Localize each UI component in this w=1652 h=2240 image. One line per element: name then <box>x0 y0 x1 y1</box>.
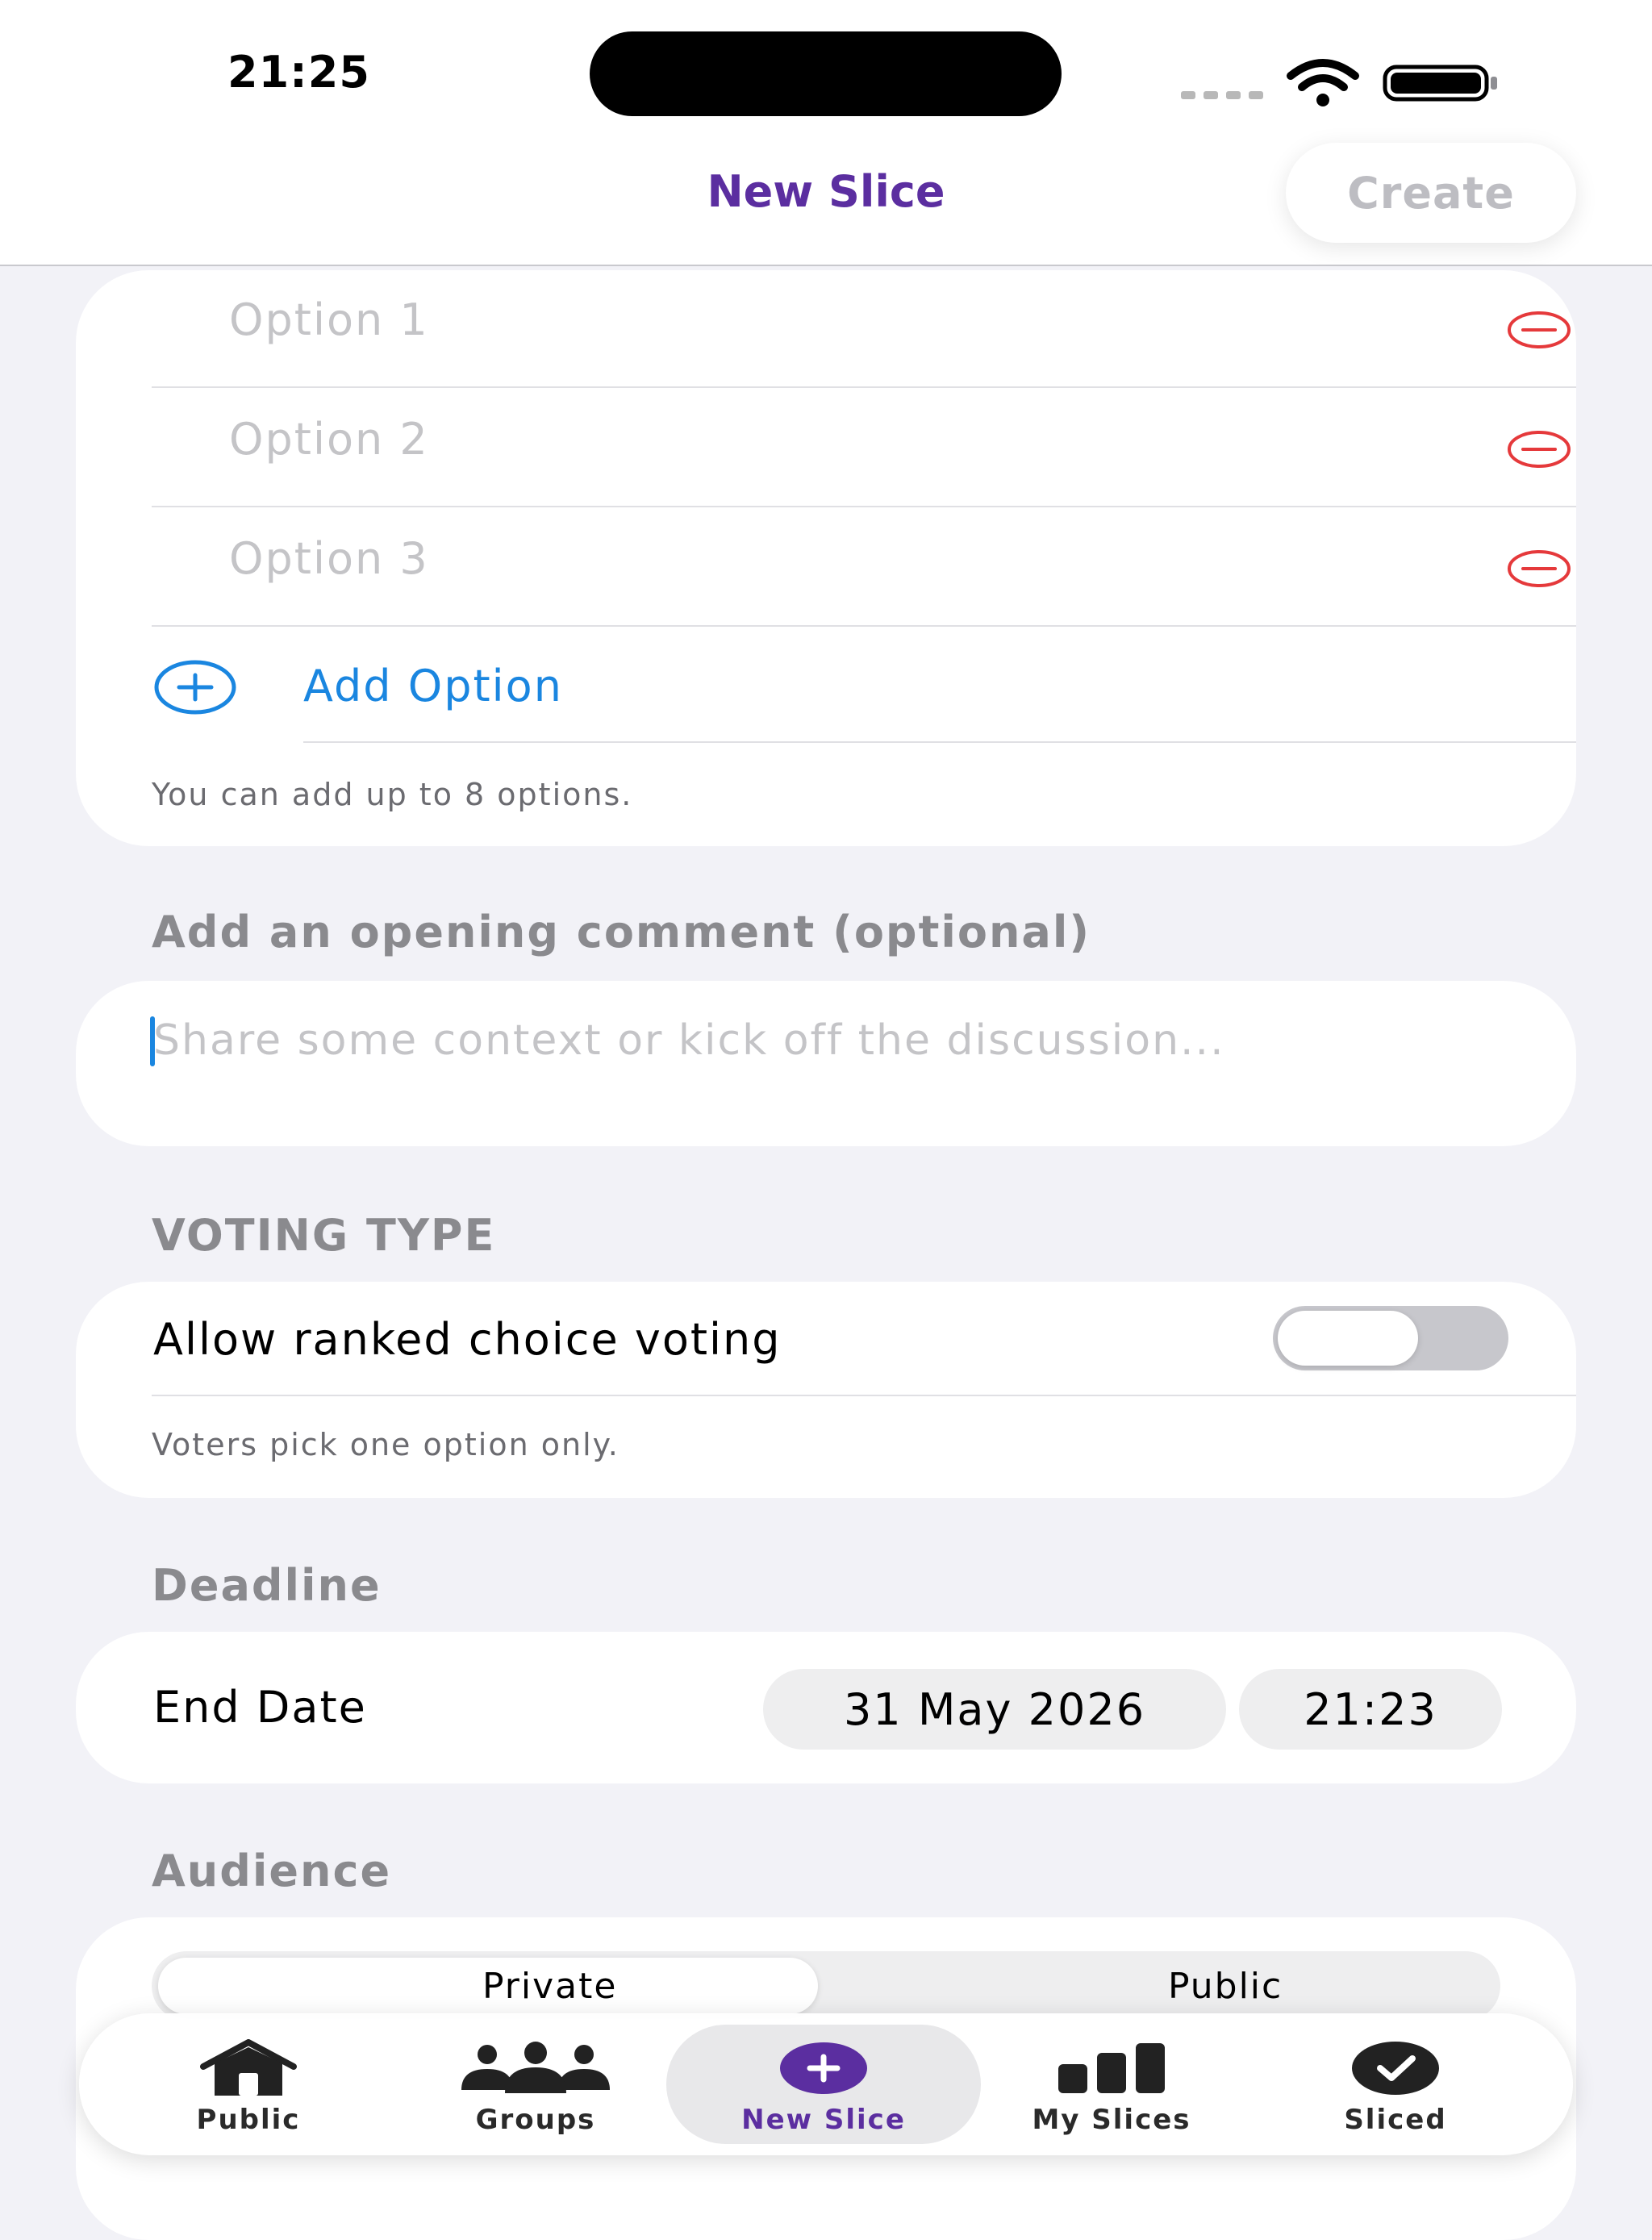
option-input-1[interactable]: Option 1 <box>229 294 429 345</box>
comment-input[interactable]: Share some context or kick off the discu… <box>153 1016 1225 1065</box>
ranked-choice-label: Allow ranked choice voting <box>153 1314 782 1365</box>
tab-label: New Slice <box>741 2104 906 2136</box>
tab-label: Groups <box>475 2104 596 2136</box>
segment-private[interactable]: Private <box>482 1966 617 2007</box>
wifi-icon <box>1287 59 1359 106</box>
end-date-label: End Date <box>153 1682 367 1733</box>
date-picker-button[interactable]: 31 May 2026 <box>763 1669 1226 1750</box>
options-card: Option 1 Option 2 Option 3 Add Option Yo… <box>76 270 1576 846</box>
people-icon <box>461 2042 610 2093</box>
ranked-choice-toggle[interactable] <box>1273 1306 1508 1370</box>
option-input-2[interactable]: Option 2 <box>229 414 429 465</box>
tab-label: My Slices <box>1032 2104 1191 2136</box>
option-row-2[interactable]: Option 2 <box>152 390 1576 509</box>
add-option-plus-icon[interactable] <box>153 659 237 715</box>
toggle-knob <box>1278 1311 1418 1366</box>
options-hint: You can add up to 8 options. <box>152 777 633 812</box>
top-bar: 21:25 New Slice Create <box>0 0 1652 266</box>
add-option-button[interactable]: Add Option <box>303 661 563 711</box>
house-icon <box>200 2039 297 2096</box>
tab-bar: Public Groups New Slice My Slices Sliced <box>79 2013 1573 2155</box>
tab-public[interactable]: Public <box>127 2013 369 2155</box>
tab-my-slices[interactable]: My Slices <box>991 2013 1233 2155</box>
checkmark-circle-icon <box>1352 2042 1439 2095</box>
option-input-3[interactable]: Option 3 <box>229 533 429 584</box>
create-button[interactable]: Create <box>1286 143 1576 243</box>
cellular-signal-icon <box>1181 91 1263 99</box>
divider <box>152 1395 1576 1396</box>
remove-option-icon[interactable] <box>1507 311 1571 349</box>
time-picker-button[interactable]: 21:23 <box>1239 1669 1502 1750</box>
battery-icon <box>1383 65 1497 102</box>
status-time: 21:25 <box>227 47 370 98</box>
deadline-section-label: Deadline <box>152 1560 382 1611</box>
comment-card[interactable]: Share some context or kick off the discu… <box>76 981 1576 1146</box>
audience-segmented-control[interactable]: Private Public <box>152 1951 1500 2021</box>
audience-section-label: Audience <box>152 1846 392 1896</box>
voting-section-label: VOTING TYPE <box>152 1210 496 1261</box>
deadline-card: End Date 31 May 2026 21:23 <box>76 1632 1576 1783</box>
text-cursor <box>150 1016 155 1066</box>
divider <box>152 625 1576 627</box>
option-row-3[interactable]: Option 3 <box>152 509 1576 628</box>
divider <box>152 506 1576 507</box>
bar-chart-icon <box>1058 2043 1165 2093</box>
plus-circle-icon <box>780 2042 867 2094</box>
tab-groups[interactable]: Groups <box>415 2013 657 2155</box>
remove-option-icon[interactable] <box>1507 549 1571 588</box>
voting-card: Allow ranked choice voting Voters pick o… <box>76 1282 1576 1498</box>
remove-option-icon[interactable] <box>1507 430 1571 469</box>
divider <box>152 386 1576 388</box>
tab-label: Public <box>196 2104 301 2136</box>
segment-public[interactable]: Public <box>1168 1966 1283 2007</box>
voting-hint: Voters pick one option only. <box>152 1427 620 1462</box>
tab-label: Sliced <box>1344 2104 1447 2136</box>
dynamic-island <box>590 31 1062 116</box>
status-icons <box>1181 56 1500 110</box>
tab-new-slice[interactable]: New Slice <box>703 2013 945 2155</box>
option-row-1[interactable]: Option 1 <box>152 270 1576 390</box>
comment-section-label: Add an opening comment (optional) <box>152 907 1091 957</box>
divider <box>303 741 1576 743</box>
tab-sliced[interactable]: Sliced <box>1274 2013 1516 2155</box>
